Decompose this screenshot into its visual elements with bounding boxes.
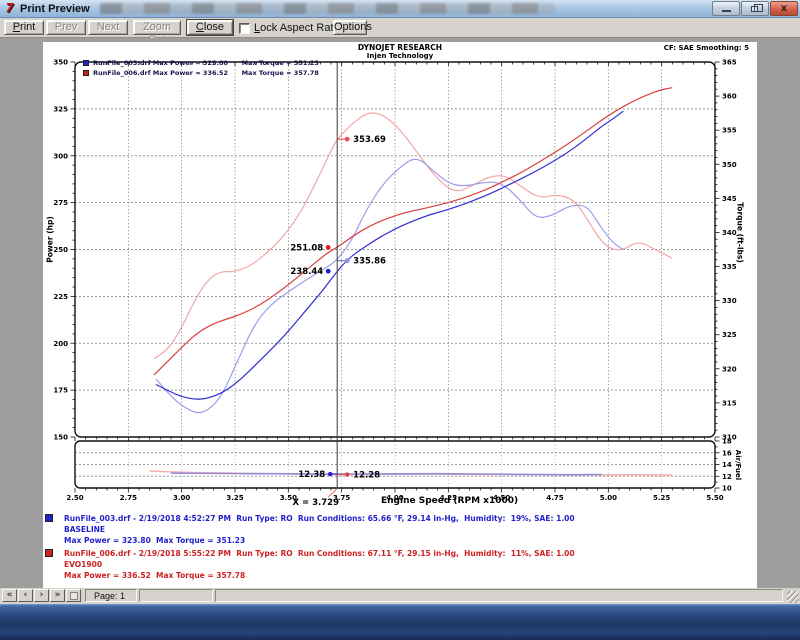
legend-label: RunFile_006.drf Max Power = 336.52 Max T… [93,69,319,77]
statusbar: « ‹ › » Page: 1 [0,588,800,604]
legend-swatch-blue [83,60,89,66]
svg-text:5.50: 5.50 [706,494,723,502]
page-indicator: Page: 1 [85,589,137,602]
svg-text:200: 200 [53,340,68,348]
close-button[interactable]: Close [187,20,233,35]
resize-grip[interactable] [787,591,799,603]
page-icon [70,592,78,600]
print-preview-area: 2.502.753.003.253.503.754.004.254.504.75… [0,38,800,588]
chart-header-line1: DYNOJET RESEARCH [43,43,757,52]
svg-text:5.00: 5.00 [600,494,617,502]
svg-text:238.44: 238.44 [290,267,323,277]
window-title: Print Preview [20,3,90,15]
svg-text:12.38: 12.38 [298,470,325,480]
legend-label: RunFile_003.drf Max Power = 323.80 Max T… [93,59,319,67]
minimize-icon [722,10,731,12]
chart-legend: RunFile_003.drf Max Power = 323.80 Max T… [83,58,319,78]
svg-text:12.28: 12.28 [353,471,380,481]
right-axis-title: Torque (ft-lbs) [736,193,745,273]
statusbar-panel [215,589,783,602]
goto-page-button[interactable] [66,589,81,602]
run2-color-chip [45,549,53,557]
svg-text:320: 320 [722,365,737,373]
svg-text:353.69: 353.69 [353,135,386,145]
close-icon: x [771,2,797,15]
chart-header-smoothing: CF: SAE Smoothing: 5 [664,44,749,52]
svg-text:325: 325 [722,331,737,339]
run1-color-chip [45,514,53,522]
svg-text:360: 360 [722,93,737,101]
svg-text:3.25: 3.25 [226,494,243,502]
run1-info: RunFile_003.drf - 2/19/2018 4:52:27 PM R… [64,513,575,546]
next-page-button[interactable]: › [34,589,49,602]
svg-text:3.00: 3.00 [173,494,190,502]
svg-text:251.08: 251.08 [290,243,323,253]
svg-text:2.50: 2.50 [66,494,83,502]
print-button[interactable]: Print [4,20,44,35]
svg-text:2.75: 2.75 [120,494,137,502]
left-axis-title: Power (hp) [46,210,55,270]
app-icon: 7 [3,2,16,15]
titlebar-redacted-text [100,3,555,14]
svg-text:16: 16 [722,449,732,457]
svg-text:335.86: 335.86 [353,257,386,267]
legend-row: RunFile_003.drf Max Power = 323.80 Max T… [83,58,319,68]
titlebar: 7 Print Preview x [0,0,800,18]
zoom-out-button[interactable]: Zoom Out [133,20,181,35]
svg-text:330: 330 [722,297,737,305]
lock-aspect-ratio-label: Lock Aspect Ratio [254,22,342,34]
options-button[interactable]: Options [333,20,367,35]
cursor-x-readout: X = 3.729 [283,498,339,508]
restore-button[interactable] [741,1,769,16]
preview-page: 2.502.753.003.253.503.754.004.254.504.75… [43,42,757,588]
svg-text:300: 300 [53,152,68,160]
svg-text:150: 150 [53,434,68,442]
svg-text:12: 12 [722,473,732,481]
svg-text:5.25: 5.25 [653,494,670,502]
svg-text:250: 250 [53,246,68,254]
run2-info: RunFile_006.drf - 2/19/2018 5:55:22 PM R… [64,548,575,581]
svg-text:18: 18 [722,438,732,446]
screen: 7 Print Preview x Print Prev Next Zoom O… [0,0,800,640]
minimize-button[interactable] [712,1,740,16]
taskbar: e 7 x 1 [0,604,800,640]
last-page-button[interactable]: » [50,589,65,602]
prev-button[interactable]: Prev [46,20,86,35]
lock-aspect-ratio-checkbox[interactable] [239,23,250,34]
svg-text:10: 10 [722,485,732,493]
dyno-chart: 2.502.753.003.253.503.754.004.254.504.75… [43,42,757,588]
svg-text:14: 14 [722,461,732,469]
lock-aspect-ratio-control: Lock Aspect Ratio [239,22,342,34]
legend-swatch-red [83,70,89,76]
previous-page-button[interactable]: ‹ [18,589,33,602]
statusbar-panel [139,589,213,602]
legend-row: RunFile_006.drf Max Power = 336.52 Max T… [83,68,319,78]
airfuel-axis-title: Air/Fuel [734,443,742,487]
next-button[interactable]: Next [88,20,128,35]
svg-text:350: 350 [722,161,737,169]
restore-icon [751,6,758,12]
svg-text:175: 175 [53,387,68,395]
close-window-button[interactable]: x [770,1,798,16]
svg-text:275: 275 [53,199,68,207]
svg-text:355: 355 [722,127,737,135]
toolbar: Print Prev Next Zoom Out Close Lock Aspe… [0,18,800,38]
svg-text:325: 325 [53,105,68,113]
svg-text:225: 225 [53,293,68,301]
first-page-button[interactable]: « [2,589,17,602]
svg-text:315: 315 [722,399,737,407]
x-axis-title: Engine Speed (RPM x1000) [381,496,518,506]
svg-text:4.75: 4.75 [546,494,563,502]
